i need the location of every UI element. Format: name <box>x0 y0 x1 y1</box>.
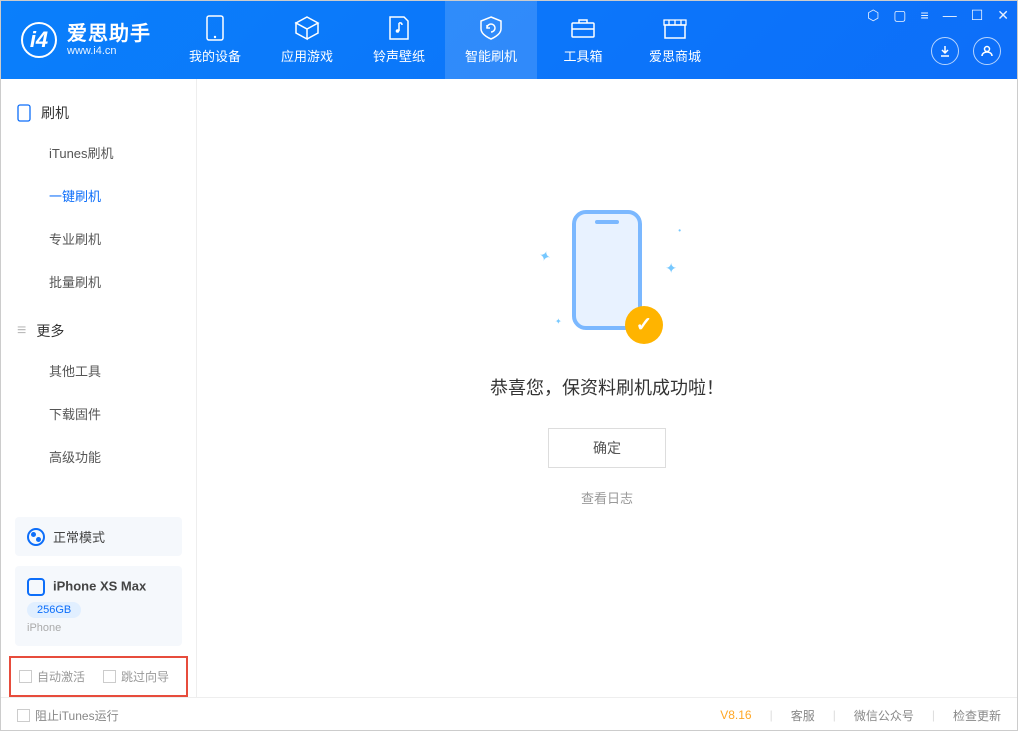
app-title: 爱思助手 <box>67 23 151 45</box>
footer-link-update[interactable]: 检查更新 <box>953 707 1001 724</box>
sidebar-group-more: ≡ 更多 <box>1 313 196 349</box>
sidebar-group-flash: 刷机 <box>1 95 196 131</box>
music-file-icon <box>386 15 412 41</box>
checkbox-label: 自动激活 <box>37 668 85 685</box>
close-button[interactable]: ✕ <box>997 7 1009 24</box>
footer-link-service[interactable]: 客服 <box>791 707 815 724</box>
checkbox-auto-activate[interactable]: 自动激活 <box>19 668 85 685</box>
sidebar-item-download-firmware[interactable]: 下载固件 <box>1 392 196 435</box>
menu-icon[interactable]: ≡ <box>921 7 929 24</box>
mode-icon <box>27 528 45 546</box>
sparkle-icon: • <box>678 226 681 235</box>
sidebar-group-label: 刷机 <box>41 103 69 123</box>
mode-label: 正常模式 <box>53 527 105 546</box>
success-illustration: ✦ ✦ ✦ • ✓ <box>527 210 687 350</box>
checkbox-skip-guide[interactable]: 跳过向导 <box>103 668 169 685</box>
download-button[interactable] <box>931 37 959 65</box>
header-actions <box>931 37 1001 65</box>
sparkle-icon: ✦ <box>555 317 562 326</box>
nav-tab-label: 工具箱 <box>563 46 602 65</box>
nav-tabs: 我的设备 应用游戏 铃声壁纸 智能刷机 工具箱 爱思商城 <box>169 1 721 79</box>
logo-area: i4 爱思助手 www.i4.cn <box>1 22 169 58</box>
checkmark-badge-icon: ✓ <box>625 306 663 344</box>
ok-button[interactable]: 确定 <box>548 428 666 468</box>
sidebar-item-batch-flash[interactable]: 批量刷机 <box>1 260 196 303</box>
checkbox-label: 阻止iTunes运行 <box>35 707 119 724</box>
view-log-link[interactable]: 查看日志 <box>581 488 633 507</box>
mode-box[interactable]: 正常模式 <box>15 517 182 556</box>
nav-tab-store[interactable]: 爱思商城 <box>629 1 721 79</box>
divider: | <box>833 708 836 722</box>
nav-tab-ringtones[interactable]: 铃声壁纸 <box>353 1 445 79</box>
device-name: iPhone XS Max <box>53 578 146 593</box>
nav-tab-label: 应用游戏 <box>281 46 333 65</box>
maximize-button[interactable]: ☐ <box>971 7 984 24</box>
nav-tab-flash[interactable]: 智能刷机 <box>445 1 537 79</box>
checkbox-label: 跳过向导 <box>121 668 169 685</box>
store-icon <box>662 15 688 41</box>
window-controls: ⬡ ▢ ≡ — ☐ ✕ <box>867 7 1009 24</box>
sidebar-item-oneclick-flash[interactable]: 一键刷机 <box>1 174 196 217</box>
nav-tab-label: 智能刷机 <box>465 46 517 65</box>
app-header: i4 爱思助手 www.i4.cn 我的设备 应用游戏 铃声壁纸 智能刷机 工具… <box>1 1 1017 79</box>
nav-tab-device[interactable]: 我的设备 <box>169 1 261 79</box>
sidebar-item-itunes-flash[interactable]: iTunes刷机 <box>1 131 196 174</box>
footer: 阻止iTunes运行 V8.16 | 客服 | 微信公众号 | 检查更新 <box>1 697 1017 732</box>
main-content: ✦ ✦ ✦ • ✓ 恭喜您，保资料刷机成功啦！ 确定 查看日志 <box>197 79 1017 697</box>
phone-icon <box>202 15 228 41</box>
sparkle-icon: ✦ <box>537 246 553 265</box>
phone-small-icon <box>17 104 31 122</box>
sidebar-group-label: 更多 <box>36 321 64 341</box>
sidebar-item-pro-flash[interactable]: 专业刷机 <box>1 217 196 260</box>
footer-link-wechat[interactable]: 微信公众号 <box>854 707 914 724</box>
shirt-icon[interactable]: ⬡ <box>867 7 879 24</box>
refresh-shield-icon <box>478 15 504 41</box>
divider: | <box>932 708 935 722</box>
list-icon: ≡ <box>17 322 26 340</box>
device-box[interactable]: iPhone XS Max 256GB iPhone <box>15 566 182 646</box>
nav-tab-apps[interactable]: 应用游戏 <box>261 1 353 79</box>
version-label: V8.16 <box>720 708 751 722</box>
device-type: iPhone <box>27 622 170 634</box>
sidebar-item-advanced[interactable]: 高级功能 <box>1 435 196 478</box>
app-logo-icon: i4 <box>21 22 57 58</box>
nav-tab-label: 我的设备 <box>189 46 241 65</box>
nav-tab-label: 铃声壁纸 <box>373 46 425 65</box>
cube-icon <box>294 15 320 41</box>
sidebar: 刷机 iTunes刷机 一键刷机 专业刷机 批量刷机 ≡ 更多 其他工具 下载固… <box>1 79 197 697</box>
lock-icon[interactable]: ▢ <box>893 7 906 24</box>
nav-tab-label: 爱思商城 <box>649 46 701 65</box>
sparkle-icon: ✦ <box>665 260 677 277</box>
minimize-button[interactable]: — <box>943 7 957 24</box>
checkbox-block-itunes[interactable]: 阻止iTunes运行 <box>17 707 119 724</box>
sidebar-item-other-tools[interactable]: 其他工具 <box>1 349 196 392</box>
storage-badge: 256GB <box>27 602 81 618</box>
device-icon <box>27 578 45 596</box>
success-message: 恭喜您，保资料刷机成功啦！ <box>490 374 724 400</box>
app-subtitle: www.i4.cn <box>67 45 151 57</box>
nav-tab-toolbox[interactable]: 工具箱 <box>537 1 629 79</box>
briefcase-icon <box>570 15 596 41</box>
bottom-options-highlighted: 自动激活 跳过向导 <box>9 656 188 697</box>
divider: | <box>770 708 773 722</box>
user-button[interactable] <box>973 37 1001 65</box>
